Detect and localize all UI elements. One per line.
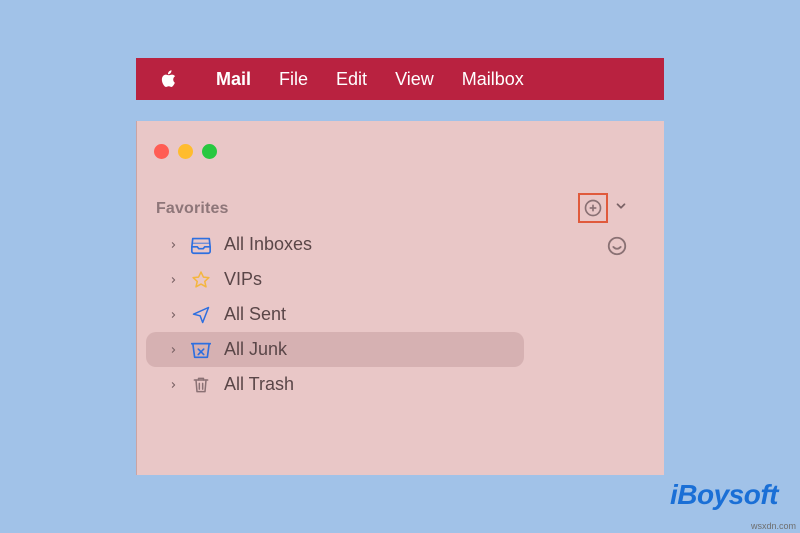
add-mailbox-group [578,193,628,223]
mail-window: Favorites [136,121,664,475]
sidebar-item-all-trash[interactable]: All Trash [146,367,524,402]
watermark-source: wsxdn.com [751,521,796,531]
menubar-item-file[interactable]: File [265,65,322,94]
tutorial-highlight-box [578,193,608,223]
sidebar-item-label: All Junk [224,339,287,360]
star-icon [190,270,212,290]
sidebar-item-label: All Sent [224,304,286,325]
junk-icon [190,340,212,360]
menubar-app-name[interactable]: Mail [202,65,265,94]
sidebar-item-all-inboxes[interactable]: All Inboxes [146,227,524,262]
chevron-right-icon[interactable] [168,240,178,250]
chevron-down-icon[interactable] [614,199,628,218]
trash-icon [190,375,212,395]
window-controls [154,144,217,159]
sidebar-item-all-junk[interactable]: All Junk [146,332,524,367]
window-close-button[interactable] [154,144,169,159]
favorites-list: All Inboxes VIPs All Sent [137,227,664,402]
watermark-brand: iBoysoft [670,479,778,511]
menubar-item-mailbox[interactable]: Mailbox [448,65,538,94]
chevron-right-icon[interactable] [168,275,178,285]
send-icon [190,305,212,325]
menubar-item-view[interactable]: View [381,65,448,94]
window-minimize-button[interactable] [178,144,193,159]
add-mailbox-button[interactable] [583,198,603,218]
sidebar-item-label: VIPs [224,269,262,290]
apple-menu-icon[interactable] [158,69,178,89]
inbox-icon [190,235,212,255]
menubar: Mail File Edit View Mailbox [136,58,664,100]
chevron-right-icon[interactable] [168,345,178,355]
sidebar-item-label: All Trash [224,374,294,395]
window-zoom-button[interactable] [202,144,217,159]
sidebar-item-vips[interactable]: VIPs [146,262,524,297]
chevron-right-icon[interactable] [168,310,178,320]
sidebar-item-label: All Inboxes [224,234,312,255]
sidebar-item-all-sent[interactable]: All Sent [146,297,524,332]
menubar-item-edit[interactable]: Edit [322,65,381,94]
chevron-right-icon[interactable] [168,380,178,390]
sidebar-section-title: Favorites [156,200,229,218]
